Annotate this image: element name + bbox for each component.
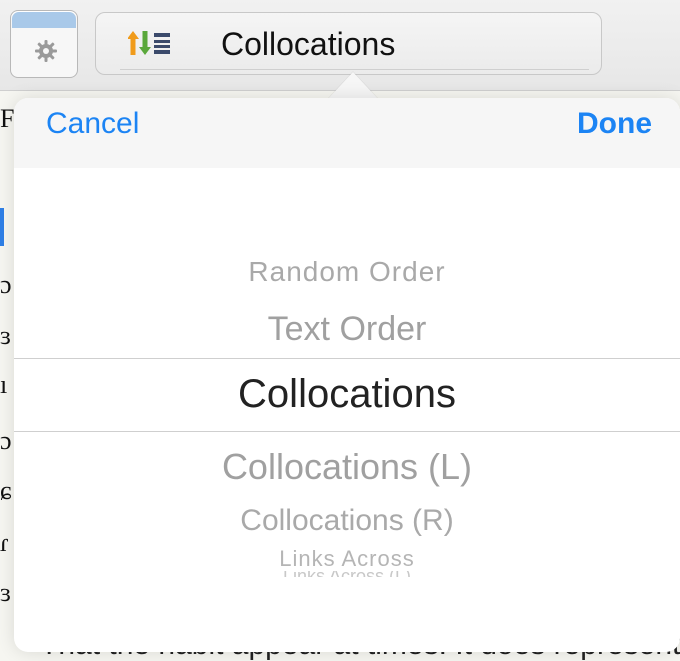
picker-item[interactable]: Random Order	[14, 256, 680, 288]
picker-item[interactable]: Links Across	[14, 550, 680, 568]
settings-button-header	[12, 12, 76, 28]
picker-selection-top-line	[14, 358, 680, 359]
background-text-fragment: ɾ	[0, 528, 9, 557]
picker-selection-bottom-line	[14, 431, 680, 432]
background-text-fragment: ɕ	[0, 476, 12, 505]
popover-header: Cancel Done	[14, 98, 680, 168]
popover-arrow	[327, 72, 379, 100]
sort-order-selector[interactable]: Collocations	[95, 12, 602, 75]
sort-icon	[128, 31, 170, 55]
background-text-fragment: ɜ	[0, 578, 11, 607]
sort-order-picker[interactable]: Random Order Text Order Collocations Col…	[14, 168, 680, 652]
sort-order-popover: Cancel Done Random Order Text Order Coll…	[14, 98, 680, 652]
background-text-fragment: ɜ	[0, 321, 11, 350]
picker-item[interactable]: Collocations (R)	[14, 504, 680, 538]
gear-icon	[35, 40, 57, 62]
picker-item[interactable]: Links Across (L)	[14, 571, 680, 577]
picker-item[interactable]: Text Order	[14, 310, 680, 349]
picker-item-selected[interactable]: Collocations	[14, 372, 680, 417]
settings-button[interactable]	[10, 10, 78, 78]
cancel-button[interactable]: Cancel	[46, 106, 139, 142]
background-text-fragment: ı	[0, 370, 8, 399]
background-text-fragment: ɔ	[0, 426, 12, 455]
picker-item[interactable]: Collocations (L)	[14, 446, 680, 488]
background-text-fragment: ɔ	[0, 270, 12, 299]
done-button[interactable]: Done	[577, 106, 652, 142]
background-text-fragment: F	[0, 104, 15, 133]
selector-underline	[120, 69, 589, 70]
background-blue-tab	[0, 208, 4, 246]
sort-selector-label: Collocations	[221, 26, 396, 62]
